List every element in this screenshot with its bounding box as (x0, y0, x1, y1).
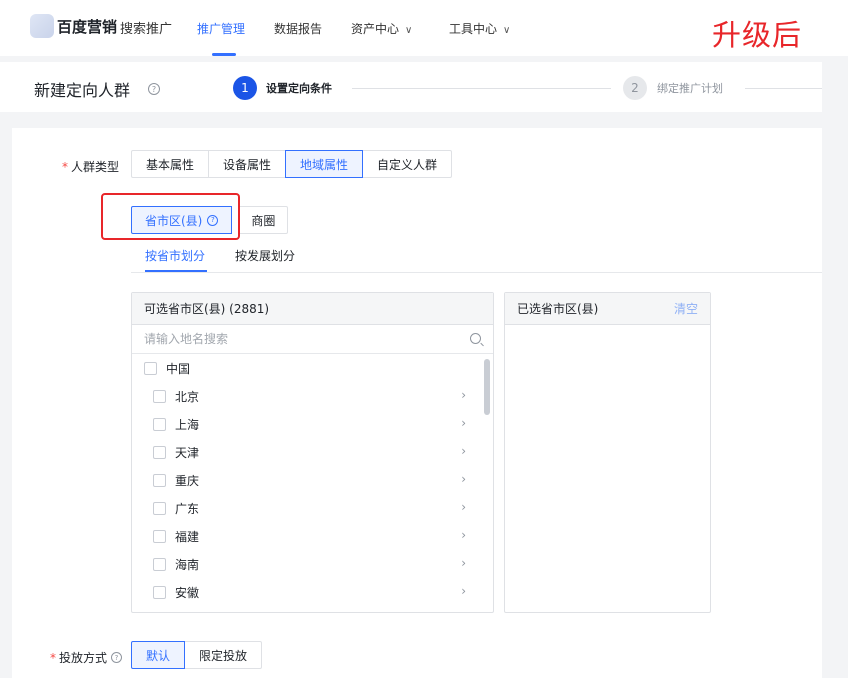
chevron-right-icon[interactable]: › (461, 416, 466, 430)
scrollbar-thumb[interactable] (484, 359, 490, 415)
available-regions-header: 可选省市区(县) (2881) (132, 293, 493, 325)
region-mode-business-circle[interactable]: 商圈 (238, 206, 289, 234)
crowd-type-region[interactable]: 地域属性 (285, 150, 364, 178)
checkbox[interactable] (153, 529, 166, 543)
clear-button[interactable]: 清空 (674, 300, 698, 317)
crowd-type-custom[interactable]: 自定义人群 (362, 150, 453, 178)
list-item[interactable]: 北京 › (132, 382, 482, 410)
crowd-type-basic[interactable]: 基本属性 (131, 150, 210, 178)
chevron-right-icon[interactable]: › (461, 444, 466, 458)
region-mode-province-label: 省市区(县) (145, 213, 203, 228)
checkbox[interactable] (153, 417, 166, 431)
list-item[interactable]: 广东 › (132, 494, 482, 522)
top-navigation: 百度营销 搜索推广 推广管理 数据报告 资产中心 ∨ 工具中心 ∨ 升级后 (0, 0, 848, 56)
required-mark: * (50, 650, 56, 665)
nav-item-tool-center[interactable]: 工具中心 ∨ (449, 20, 510, 37)
nav-item-asset-center[interactable]: 资产中心 ∨ (351, 20, 412, 37)
tree-row-label: 中国 (166, 361, 191, 376)
tree-row-root[interactable]: 中国 (132, 354, 482, 382)
checkbox[interactable] (153, 501, 166, 515)
region-subtabs: 按省市划分 按发展划分 (131, 240, 822, 273)
brand-name: 百度营销 (57, 18, 118, 36)
page-title: 新建定向人群 (34, 81, 131, 100)
nav-item-label: 推广管理 (197, 22, 246, 36)
delivery-method-segment: 默认 限定投放 (131, 641, 263, 669)
upgrade-annotation: 升级后 (712, 18, 803, 52)
delivery-method-label: * 投放方式? (50, 649, 123, 666)
checkbox[interactable] (153, 389, 166, 403)
baidu-logo-icon (30, 14, 54, 38)
help-icon[interactable]: ? (207, 214, 219, 226)
page-header: 新建定向人群 ? 1 设置定向条件 2 绑定推广计划 (0, 62, 822, 112)
tree-row-label: 海南 (175, 557, 200, 572)
checkbox[interactable] (153, 473, 166, 487)
help-icon[interactable]: ? (148, 83, 160, 95)
nav-item-label: 资产中心 (351, 22, 400, 36)
chevron-right-icon[interactable]: › (461, 584, 466, 598)
selected-regions-title: 已选省市区(县) (517, 302, 599, 316)
chevron-right-icon[interactable]: › (461, 472, 466, 486)
selected-regions-panel: 已选省市区(县) 清空 (504, 292, 711, 613)
checkbox[interactable] (153, 585, 166, 599)
list-item[interactable]: 海南 › (132, 550, 482, 578)
nav-item-promotion-management[interactable]: 推广管理 (197, 20, 245, 37)
region-mode-segment: 省市区(县)? 商圈 (131, 206, 289, 234)
tree-row-label: 广东 (175, 501, 200, 516)
tab-active-indicator (145, 270, 207, 272)
checkbox[interactable] (153, 445, 166, 459)
delivery-method-label-text: 投放方式 (59, 651, 108, 665)
nav-item-data-report[interactable]: 数据报告 (274, 20, 322, 37)
checkbox[interactable] (144, 361, 157, 375)
search-icon[interactable] (470, 333, 481, 344)
selected-regions-header: 已选省市区(县) 清空 (505, 293, 710, 325)
step-1-circle: 1 (233, 76, 257, 100)
help-icon[interactable]: ? (111, 652, 123, 663)
list-item[interactable]: 天津 › (132, 438, 482, 466)
step-1-label: 设置定向条件 (266, 82, 332, 95)
tree-row-label: 上海 (175, 417, 200, 432)
nav-active-indicator (212, 53, 236, 56)
delivery-default-button[interactable]: 默认 (131, 641, 186, 669)
available-regions-title: 可选省市区(县) (2881) (144, 302, 270, 316)
tree-row-label: 天津 (175, 445, 200, 460)
chevron-down-icon: ∨ (503, 25, 511, 36)
list-item[interactable]: 安徽 › (132, 578, 482, 606)
chevron-right-icon[interactable]: › (461, 556, 466, 570)
chevron-right-icon[interactable]: › (461, 500, 466, 514)
list-item[interactable]: 上海 › (132, 410, 482, 438)
tab-by-province[interactable]: 按省市划分 (145, 247, 205, 264)
checkbox[interactable] (153, 557, 166, 571)
product-name: 搜索推广 (120, 22, 173, 37)
region-mode-province[interactable]: 省市区(县)? (131, 206, 233, 234)
tree-row-label: 北京 (175, 389, 200, 404)
step-2-circle: 2 (623, 76, 647, 100)
list-item[interactable]: 福建 › (132, 522, 482, 550)
tree-row-label: 福建 (175, 529, 200, 544)
list-item[interactable]: 重庆 › (132, 466, 482, 494)
region-search-input[interactable] (132, 325, 493, 353)
available-regions-panel: 可选省市区(县) (2881) 中国 北京 › 上海 › 天津 › 重庆 › (131, 292, 494, 613)
nav-item-label: 数据报告 (274, 22, 323, 36)
tree-row-label: 重庆 (175, 473, 200, 488)
tab-by-development[interactable]: 按发展划分 (235, 247, 295, 264)
chevron-right-icon[interactable]: › (461, 528, 466, 542)
chevron-right-icon[interactable]: › (461, 388, 466, 402)
step-connector (745, 88, 822, 89)
crowd-type-label-text: 人群类型 (71, 160, 120, 174)
required-mark: * (62, 160, 68, 174)
step-connector (352, 88, 611, 89)
region-search (132, 325, 493, 354)
step-2-label: 绑定推广计划 (657, 82, 723, 95)
tree-row-label: 安徽 (175, 585, 200, 600)
crowd-type-segment: 基本属性 设备属性 地域属性 自定义人群 (131, 150, 453, 178)
crowd-type-device[interactable]: 设备属性 (208, 150, 287, 178)
chevron-down-icon: ∨ (405, 25, 413, 36)
delivery-limited-button[interactable]: 限定投放 (184, 641, 263, 669)
crowd-type-label: * 人群类型 (62, 158, 119, 175)
nav-item-label: 工具中心 (449, 22, 498, 36)
